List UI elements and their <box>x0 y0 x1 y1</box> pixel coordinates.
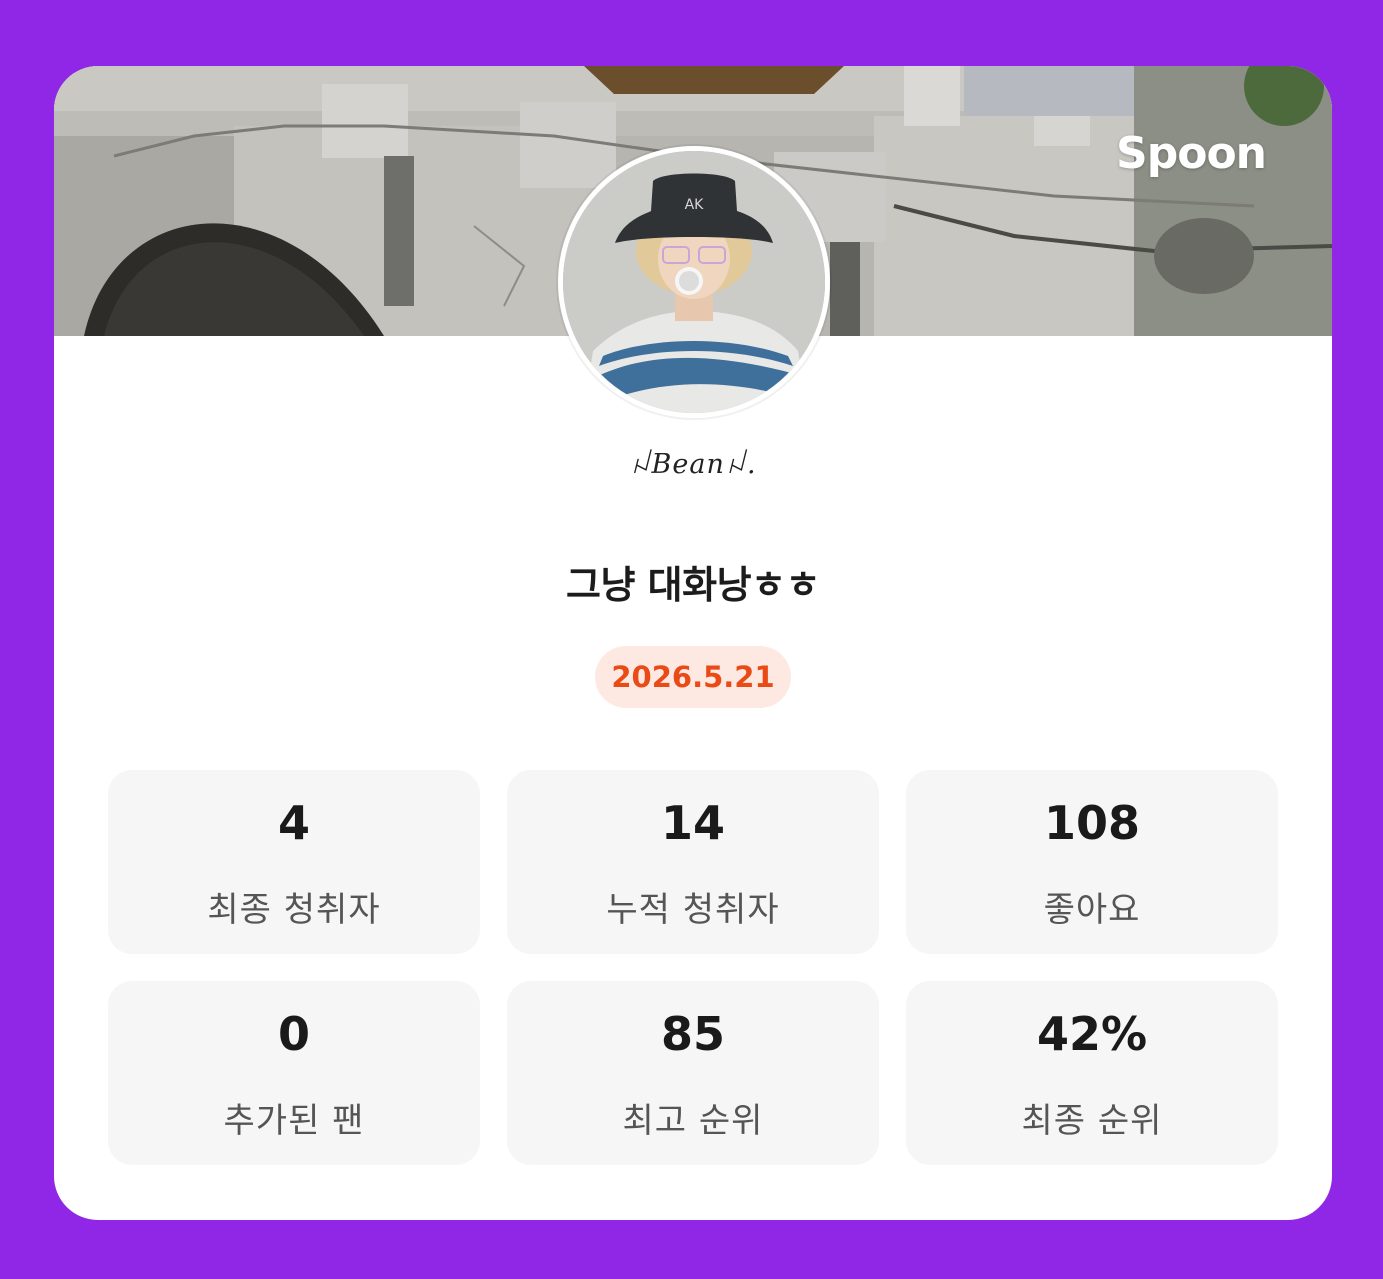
avatar: AK <box>558 146 830 418</box>
live-title: 그냥 대화낭ㅎㅎ <box>566 563 820 607</box>
stat-value: 42% <box>1036 1007 1148 1061</box>
stat-final-rank: 42% 최종 순위 <box>906 981 1278 1165</box>
stat-label: 최고 순위 <box>622 1101 764 1141</box>
live-summary-card: Spoon AK ꈤBeanꈤ. 그냥 대화낭ㅎㅎ 2026.5.21 4 최종… <box>54 66 1332 1220</box>
stat-value: 85 <box>660 1007 725 1061</box>
date-badge: 2026.5.21 <box>595 646 791 708</box>
stat-value: 14 <box>660 796 725 850</box>
stat-label: 좋아요 <box>1043 890 1141 930</box>
stat-total-listeners: 14 누적 청취자 <box>507 770 879 954</box>
stat-value: 108 <box>1043 796 1141 850</box>
stat-new-fans: 0 추가된 팬 <box>108 981 480 1165</box>
stat-value: 0 <box>277 1007 310 1061</box>
stat-label: 누적 청취자 <box>606 890 780 930</box>
stat-likes: 108 좋아요 <box>906 770 1278 954</box>
stat-final-listeners: 4 최종 청취자 <box>108 770 480 954</box>
svg-text:AK: AK <box>685 197 705 213</box>
spoon-logo: Spoon <box>1116 128 1267 179</box>
stat-value: 4 <box>277 796 310 850</box>
stat-label: 추가된 팬 <box>223 1101 365 1141</box>
stat-label: 최종 순위 <box>1021 1101 1163 1141</box>
stat-best-rank: 85 최고 순위 <box>507 981 879 1165</box>
dj-nickname: ꈤBeanꈤ. <box>629 449 757 480</box>
stat-label: 최종 청취자 <box>207 890 381 930</box>
